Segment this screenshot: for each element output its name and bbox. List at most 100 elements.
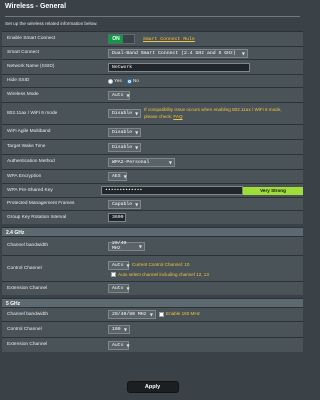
- label-24-extension-channel: Extension Channel: [7, 285, 48, 291]
- label-24-control-channel: Control Channel: [7, 265, 42, 271]
- chevron-down-icon: ▼: [126, 342, 130, 348]
- band24-control-value: Auto: [112, 262, 124, 268]
- band24-table: Channel bandwidth 20/40 MHz ▼ Control Cha…: [2, 236, 303, 295]
- enable-160-checkbox[interactable]: Enable 160 MHz: [159, 311, 200, 317]
- chevron-down-icon: ▼: [168, 159, 172, 165]
- hide-ssid-no-radio[interactable]: No: [126, 78, 139, 84]
- chevron-down-icon: ▼: [135, 144, 139, 150]
- radio-yes-label: Yes: [114, 78, 122, 84]
- label-wireless-mode: Wireless Mode: [7, 92, 39, 98]
- row-target-wake-time: Target Wake Time Disable ▼: [2, 139, 303, 154]
- wifi6-mode-value: Disable: [112, 111, 133, 116]
- chevron-down-icon: ▼: [123, 327, 127, 332]
- chevron-down-icon: ▼: [241, 50, 245, 56]
- wireless-mode-select[interactable]: Auto ▼: [108, 90, 130, 100]
- chevron-down-icon: ▼: [135, 201, 139, 207]
- band5-extension-select[interactable]: Auto ▼: [108, 340, 130, 350]
- auth-method-select[interactable]: WPA2-Personal ▼: [108, 157, 175, 167]
- enable-160-label: Enable 160 MHz: [166, 311, 200, 317]
- label-5-extension-channel: Extension Channel: [7, 342, 48, 348]
- checkbox-icon: [159, 311, 164, 317]
- wpa-encryption-value: AES: [112, 174, 121, 179]
- chevron-down-icon: ▼: [135, 111, 139, 116]
- row-24-control-channel: Control Channel Auto ▼ Current Control Ch…: [2, 255, 303, 281]
- auto-select-channel-checkbox[interactable]: Auto select channel including channel 12…: [111, 272, 209, 278]
- row-wpa-psk: WPA Pre-Shared Key ••••••••••••• Very St…: [2, 183, 303, 197]
- row-wireless-mode: Wireless Mode Auto ▼: [2, 87, 303, 102]
- band24-bandwidth-value: 20/40 MHz: [112, 241, 127, 251]
- wifi6-note-text: If compatibility issue occurs when enabl…: [144, 107, 282, 119]
- smart-connect-select-value: Dual-Band Smart Connect (2.4 GHz and 5 G…: [112, 50, 236, 56]
- label-24-bandwidth: Channel bandwidth: [7, 243, 49, 249]
- wpa-encryption-select[interactable]: AES ▼: [108, 172, 127, 181]
- row-smart-connect-mode: Smart Connect Dual-Band Smart Connect (2…: [2, 46, 303, 59]
- label-5-control-channel: Control Channel: [7, 326, 42, 332]
- label-hide-ssid: Hide SSID: [7, 78, 30, 84]
- chevron-down-icon: ▼: [126, 92, 130, 98]
- agile-multiband-select[interactable]: Disable ▼: [108, 127, 141, 137]
- band5-extension-value: Auto: [112, 342, 124, 348]
- pmf-value: Capable: [112, 201, 133, 207]
- auto-select-label: Auto select channel including channel 12…: [118, 271, 209, 277]
- apply-bar: Apply: [0, 374, 305, 400]
- row-smart-connect: Enable Smart Connect ON Smart Connect Ru…: [2, 31, 303, 46]
- row-ssid: Network Name (SSID) Network: [2, 59, 303, 74]
- smart-connect-rule-link[interactable]: Smart Connect Rule: [143, 37, 195, 42]
- wpa-psk-input[interactable]: •••••••••••••: [101, 186, 243, 195]
- row-5-extension-channel: Extension Channel Auto ▼: [2, 337, 303, 352]
- chevron-down-icon: ▼: [126, 262, 130, 268]
- row-wpa-encryption: WPA Encryption AES ▼: [2, 169, 303, 183]
- band5-bandwidth-value: 20/40/80 MHz: [112, 312, 147, 317]
- band24-extension-value: Auto: [112, 286, 124, 291]
- row-group-key: Group Key Rotation Interval 3600: [2, 210, 303, 224]
- group-key-input[interactable]: 3600: [108, 213, 126, 222]
- target-wake-time-select[interactable]: Disable ▼: [108, 142, 141, 152]
- row-24-bandwidth: Channel bandwidth 20/40 MHz ▼: [2, 236, 303, 255]
- faq-link[interactable]: FAQ: [173, 114, 182, 119]
- band24-extension-select[interactable]: Auto ▼: [108, 284, 130, 293]
- radio-circle-icon: [108, 78, 113, 84]
- toggle-knob: [123, 35, 134, 43]
- row-wifi6-mode: 802.11ax / WiFi 6 mode Disable ▼ If compa…: [2, 102, 303, 124]
- label-smart-connect-mode: Smart Connect: [7, 50, 39, 56]
- agile-multiband-value: Disable: [112, 129, 133, 135]
- label-ssid: Network Name (SSID): [7, 64, 55, 70]
- hide-ssid-yes-radio[interactable]: Yes: [108, 78, 122, 84]
- control-channel-group: Auto ▼ Current Control Channel: 10 Auto s…: [108, 260, 209, 278]
- row-hide-ssid: Hide SSID Yes No: [2, 74, 303, 87]
- smart-connect-select[interactable]: Dual-Band Smart Connect (2.4 GHz and 5 G…: [108, 48, 248, 58]
- band5-control-channel-select[interactable]: 100 ▼: [108, 325, 130, 334]
- label-pmf: Protected Management Frames: [7, 201, 75, 207]
- section-2-4ghz: 2.4 GHz: [2, 227, 303, 236]
- row-agile-multiband: WiFi Agile Multiband Disable ▼: [2, 124, 303, 139]
- label-group-key: Group Key Rotation Interval: [7, 214, 67, 220]
- apply-button[interactable]: Apply: [126, 381, 179, 393]
- band5-control-value: 100: [112, 327, 121, 332]
- label-smart-connect: Enable Smart Connect: [7, 36, 56, 42]
- band24-control-channel-select[interactable]: Auto ▼: [108, 260, 130, 270]
- checkbox-icon: [111, 272, 116, 278]
- pmf-select[interactable]: Capable ▼: [108, 199, 141, 209]
- general-settings-table: Enable Smart Connect ON Smart Connect Ru…: [2, 31, 303, 224]
- band24-bandwidth-select[interactable]: 20/40 MHz ▼: [108, 241, 145, 251]
- band5-bandwidth-select[interactable]: 20/40/80 MHz ▼: [108, 310, 156, 319]
- label-5-bandwidth: Channel bandwidth: [7, 311, 49, 317]
- label-agile-multiband: WiFi Agile Multiband: [7, 129, 51, 135]
- row-5-bandwidth: Channel bandwidth 20/40/80 MHz ▼ Enable 1…: [2, 307, 303, 321]
- label-target-wake-time: Target Wake Time: [7, 144, 46, 150]
- wifi6-note: If compatibility issue occurs when enabl…: [144, 107, 294, 120]
- password-strength-badge: Very Strong: [243, 186, 303, 195]
- band5-table: Channel bandwidth 20/40/80 MHz ▼ Enable 1…: [2, 307, 303, 352]
- control-channel-line: Auto ▼ Current Control Channel: 10: [108, 260, 209, 270]
- row-auth-method: Authentication Method WPA2-Personal ▼: [2, 154, 303, 169]
- chevron-down-icon: ▼: [135, 129, 139, 135]
- wifi6-mode-select[interactable]: Disable ▼: [108, 109, 141, 118]
- ssid-input[interactable]: Network: [108, 62, 250, 72]
- label-auth-method: Authentication Method: [7, 159, 55, 165]
- chevron-down-icon: ▼: [123, 174, 127, 179]
- label-wifi6-mode: 802.11ax / WiFi 6 mode: [7, 110, 58, 116]
- row-pmf: Protected Management Frames Capable ▼: [2, 197, 303, 210]
- smart-connect-toggle[interactable]: ON: [108, 34, 135, 44]
- target-wake-time-value: Disable: [112, 144, 133, 150]
- row-24-extension-channel: Extension Channel Auto ▼: [2, 281, 303, 295]
